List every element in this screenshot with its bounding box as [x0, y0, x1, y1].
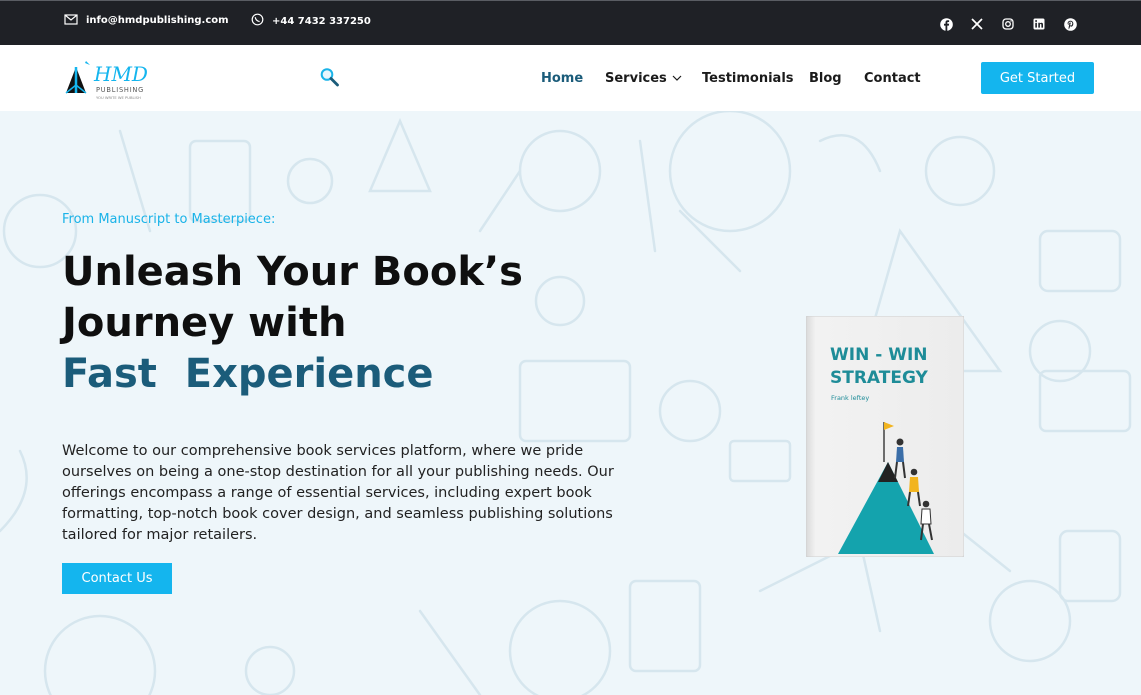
chevron-down-icon [671, 71, 683, 86]
email-text[interactable]: info@hmdpublishing.com [86, 15, 229, 26]
whatsapp-icon [251, 13, 264, 29]
hero-headline: Unleash Your Book’s Journey with Fast Ex… [62, 247, 662, 400]
nav-home[interactable]: Home [541, 71, 583, 86]
book-title-line-2: STRATEGY [830, 368, 929, 388]
logo-tagline: YOU WRITE WE PUBLISH [96, 96, 141, 100]
x-icon[interactable] [969, 16, 985, 32]
hero-section: From Manuscript to Masterpiece: Unleash … [0, 111, 1141, 695]
headline-line-1: Unleash Your Book’s [62, 249, 523, 295]
book-author: Frank leftey [831, 394, 869, 402]
nav-home-label: Home [541, 71, 584, 86]
nav-blog[interactable]: Blog [809, 71, 842, 86]
nav-testimonials[interactable]: Testimonials [702, 71, 794, 86]
doodle-background [0, 111, 1132, 695]
nav-services-label: Services [605, 71, 667, 86]
hero-intro-text: Welcome to our comprehensive book servic… [62, 443, 614, 543]
instagram-icon[interactable] [1000, 16, 1016, 32]
logo-word: PUBLISHING [96, 86, 144, 94]
nav-contact-label: Contact [864, 71, 921, 86]
pinterest-icon[interactable] [1062, 16, 1078, 32]
hmd-logo[interactable]: HMD PUBLISHING YOU WRITE WE PUBLISH [63, 55, 163, 103]
top-bar: info@hmdpublishing.com +44 7432 337250 [0, 0, 1141, 45]
logo-mark: HMD [93, 62, 148, 86]
linkedin-icon[interactable] [1031, 16, 1047, 32]
phone-text[interactable]: +44 7432 337250 [272, 16, 371, 27]
envelope-icon [64, 13, 78, 28]
facebook-icon[interactable] [938, 16, 954, 32]
search-icon[interactable] [318, 65, 342, 89]
nav-services[interactable]: Services [605, 71, 683, 86]
nav-blog-label: Blog [809, 71, 842, 86]
headline-line-3: Fast Experience [62, 351, 434, 397]
nav-contact[interactable]: Contact [864, 71, 921, 86]
headline-line-2: Journey with [62, 300, 347, 346]
main-navbar: HMD PUBLISHING YOU WRITE WE PUBLISH Home… [0, 45, 1141, 111]
get-started-button[interactable]: Get Started [981, 62, 1094, 94]
email-contact[interactable]: info@hmdpublishing.com [64, 13, 229, 28]
contact-us-button[interactable]: Contact Us [62, 563, 172, 594]
book-title-line-1: WIN - WIN [830, 345, 928, 365]
hero-eyebrow: From Manuscript to Masterpiece: [62, 212, 276, 227]
book-cover-image: WIN - WIN STRATEGY Frank leftey [805, 315, 965, 558]
nav-testimonials-label: Testimonials [702, 71, 794, 86]
phone-contact[interactable]: +44 7432 337250 [251, 13, 371, 29]
